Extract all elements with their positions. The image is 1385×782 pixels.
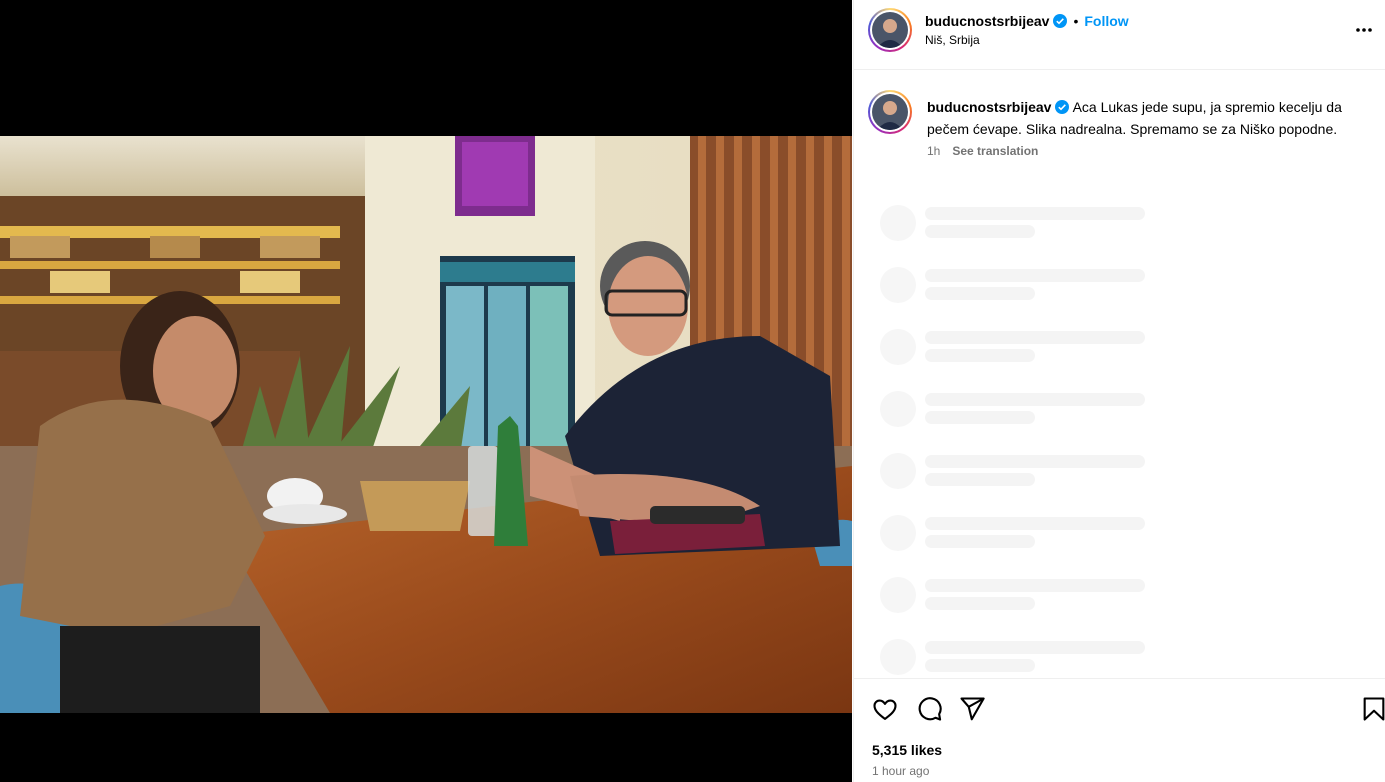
caption-age: 1h <box>927 144 941 158</box>
verified-badge-icon <box>1053 14 1068 28</box>
caption-avatar[interactable] <box>868 90 912 134</box>
comment-icon[interactable] <box>915 695 943 723</box>
likes-count[interactable]: 5,315 likes <box>872 742 942 758</box>
post-actions-bar: 5,315 likes 1 hour ago <box>854 678 1385 782</box>
username-link[interactable]: buducnostsrbijeav <box>925 13 1049 29</box>
see-translation-button[interactable]: See translation <box>952 144 1038 158</box>
post-header: buducnostsrbijeav • Follow Niš, Srbija <box>854 0 1385 70</box>
heart-icon[interactable] <box>871 695 899 723</box>
post-photo[interactable] <box>0 136 852 713</box>
separator-dot: • <box>1073 13 1079 29</box>
location-link[interactable]: Niš, Srbija <box>925 33 980 47</box>
caption-username[interactable]: buducnostsrbijeav <box>927 99 1051 115</box>
profile-avatar[interactable] <box>868 8 912 52</box>
post-side-panel: buducnostsrbijeav • Follow Niš, Srbija bud… <box>853 0 1385 782</box>
header-names: buducnostsrbijeav • Follow <box>925 12 1129 30</box>
share-icon[interactable] <box>958 695 986 723</box>
verified-badge-icon <box>1055 98 1070 114</box>
caption-meta: 1h See translation <box>927 144 1038 158</box>
follow-button[interactable]: Follow <box>1084 13 1128 29</box>
caption-text-block: buducnostsrbijeav Aca Lukas jede supu, j… <box>927 96 1371 140</box>
posted-time: 1 hour ago <box>872 764 930 778</box>
post-media-pane <box>0 0 852 782</box>
bookmark-icon[interactable] <box>1360 695 1385 723</box>
more-options-icon[interactable] <box>1349 18 1379 42</box>
